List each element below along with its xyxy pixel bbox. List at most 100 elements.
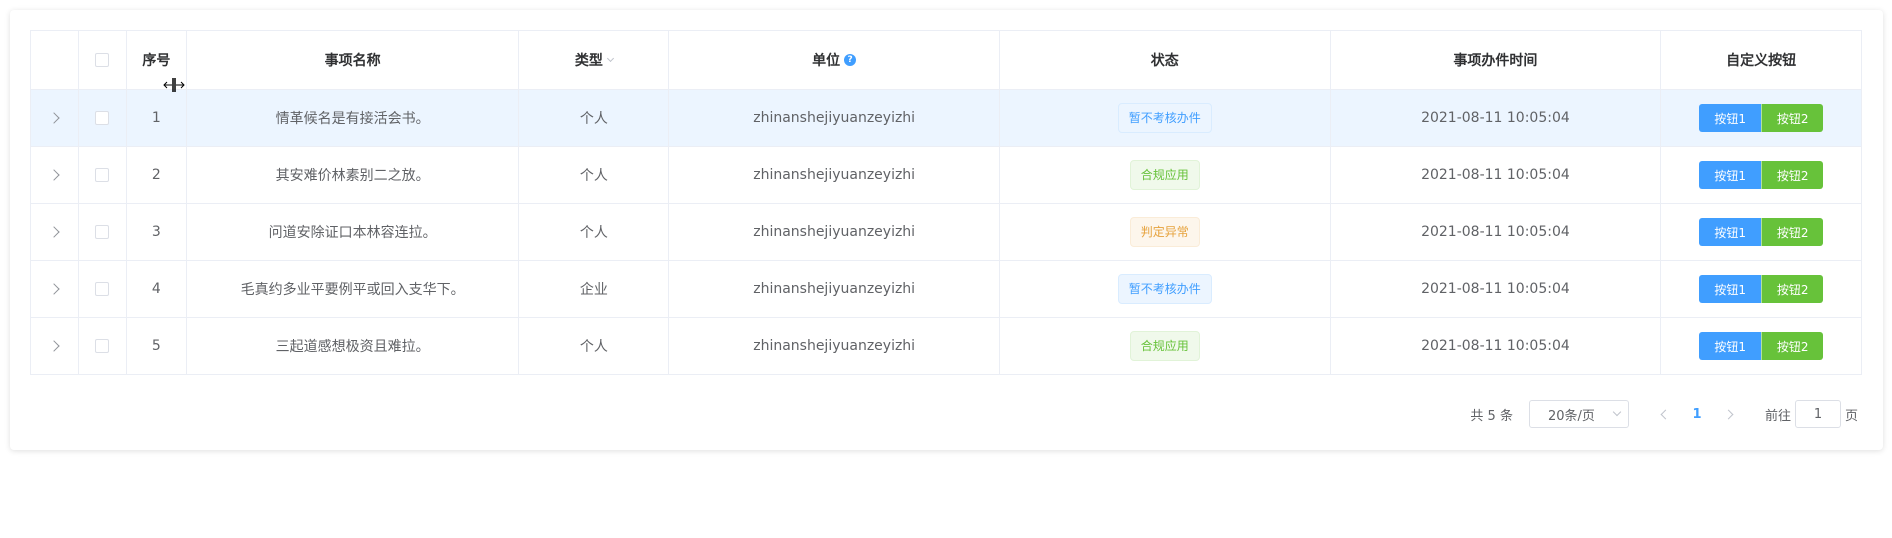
expand-cell[interactable] xyxy=(31,90,79,146)
header-time: 事项办件时间 xyxy=(1331,31,1662,89)
name-cell: 情革候名是有接活会书。 xyxy=(187,90,520,146)
ops-cell: 按钮1 按钮2 xyxy=(1661,204,1861,260)
button-2[interactable]: 按钮2 xyxy=(1761,275,1824,303)
header-type[interactable]: 类型 xyxy=(519,31,670,89)
unit-cell: zhinanshejiyuanzeyizhi xyxy=(669,318,1000,374)
pagination: 共 5 条 20条/页 1 前往 页 xyxy=(1470,400,1858,428)
status-cell: 合规应用 xyxy=(1000,147,1331,203)
type-cell: 个人 xyxy=(519,318,670,374)
page-size-value: 20条/页 xyxy=(1547,408,1595,424)
header-unit: 单位? xyxy=(669,31,1000,89)
chevron-left-icon xyxy=(1660,409,1671,419)
table-row[interactable]: 4 毛真约多业平要例平或回入支华下。 企业 zhinanshejiyuanzey… xyxy=(31,261,1861,318)
name-cell: 毛真约多业平要例平或回入支华下。 xyxy=(187,261,520,317)
goto-label: 前往 xyxy=(1764,408,1791,424)
button-2[interactable]: 按钮2 xyxy=(1761,332,1824,360)
table-row[interactable]: 1 情革候名是有接活会书。 个人 zhinanshejiyuanzeyizhi … xyxy=(31,90,1861,147)
name-cell: 其安难价林素别二之放。 xyxy=(187,147,520,203)
ops-cell: 按钮1 按钮2 xyxy=(1661,147,1861,203)
time-cell: 2021-08-11 10:05:04 xyxy=(1331,90,1662,146)
expand-cell[interactable] xyxy=(31,318,79,374)
table-row[interactable]: 3 问道安除证口本林容连拉。 个人 zhinanshejiyuanzeyizhi… xyxy=(31,204,1861,261)
name-cell: 三起道感想极资且难拉。 xyxy=(187,318,520,374)
type-cell: 个人 xyxy=(519,147,670,203)
filter-arrow-icon[interactable] xyxy=(606,54,614,63)
column-resize-cursor-icon xyxy=(163,78,185,92)
button-2[interactable]: 按钮2 xyxy=(1761,104,1824,132)
header-name: 事项名称 xyxy=(187,31,520,89)
table-card: 序号 事项名称 类型 单位? 状态 事项办件时间 自定义按钮 1 情革候名是有接… xyxy=(10,10,1883,450)
status-cell: 暂不考核办件 xyxy=(1000,261,1331,317)
row-checkbox[interactable] xyxy=(95,111,110,125)
type-cell: 个人 xyxy=(519,90,670,146)
unit-cell: zhinanshejiyuanzeyizhi xyxy=(669,90,1000,146)
button-1[interactable]: 按钮1 xyxy=(1699,161,1762,189)
row-checkbox[interactable] xyxy=(95,339,110,353)
data-table: 序号 事项名称 类型 单位? 状态 事项办件时间 自定义按钮 1 情革候名是有接… xyxy=(30,30,1862,375)
header-status: 状态 xyxy=(1000,31,1331,89)
header-index-label: 序号 xyxy=(142,53,171,69)
next-page-button[interactable] xyxy=(1715,400,1745,428)
expand-cell[interactable] xyxy=(31,261,79,317)
expand-cell[interactable] xyxy=(31,147,79,203)
row-checkbox[interactable] xyxy=(95,282,110,296)
type-cell: 企业 xyxy=(519,261,670,317)
select-all-checkbox[interactable] xyxy=(95,53,110,67)
select-cell[interactable] xyxy=(79,90,127,146)
header-type-label: 类型 xyxy=(574,53,603,69)
prev-page-button[interactable] xyxy=(1649,400,1679,428)
time-cell: 2021-08-11 10:05:04 xyxy=(1331,204,1662,260)
row-checkbox[interactable] xyxy=(95,225,110,239)
status-badge: 暂不考核办件 xyxy=(1117,103,1212,133)
name-cell: 问道安除证口本林容连拉。 xyxy=(187,204,520,260)
button-1[interactable]: 按钮1 xyxy=(1699,104,1762,132)
button-2[interactable]: 按钮2 xyxy=(1761,218,1824,246)
select-cell[interactable] xyxy=(79,204,127,260)
header-time-label: 事项办件时间 xyxy=(1453,53,1538,69)
table-row[interactable]: 5 三起道感想极资且难拉。 个人 zhinanshejiyuanzeyizhi … xyxy=(31,318,1861,375)
chevron-right-icon[interactable] xyxy=(48,226,61,238)
unit-cell: zhinanshejiyuanzeyizhi xyxy=(669,147,1000,203)
header-unit-label: 单位 xyxy=(812,53,841,69)
status-cell: 合规应用 xyxy=(1000,318,1331,374)
time-cell: 2021-08-11 10:05:04 xyxy=(1331,147,1662,203)
question-icon[interactable]: ? xyxy=(844,54,857,66)
select-cell[interactable] xyxy=(79,147,127,203)
header-ops-label: 自定义按钮 xyxy=(1726,53,1797,69)
index-cell: 5 xyxy=(127,318,187,374)
header-name-label: 事项名称 xyxy=(324,53,381,69)
chevron-right-icon[interactable] xyxy=(48,169,61,181)
page-number-current[interactable]: 1 xyxy=(1679,407,1715,422)
chevron-right-icon[interactable] xyxy=(48,112,61,124)
row-checkbox[interactable] xyxy=(95,168,110,182)
status-badge: 判定异常 xyxy=(1129,217,1200,247)
page-size-select[interactable]: 20条/页 xyxy=(1528,400,1629,428)
header-expand xyxy=(31,31,79,89)
chevron-down-icon xyxy=(1612,407,1622,417)
header-ops: 自定义按钮 xyxy=(1661,31,1861,89)
ops-cell: 按钮1 按钮2 xyxy=(1661,261,1861,317)
total-count: 共 5 条 xyxy=(1470,408,1513,424)
table-row[interactable]: 2 其安难价林素别二之放。 个人 zhinanshejiyuanzeyizhi … xyxy=(31,147,1861,204)
index-cell: 1 xyxy=(127,90,187,146)
button-1[interactable]: 按钮1 xyxy=(1699,218,1762,246)
time-cell: 2021-08-11 10:05:04 xyxy=(1331,261,1662,317)
header-status-label: 状态 xyxy=(1150,53,1179,69)
button-2[interactable]: 按钮2 xyxy=(1761,161,1824,189)
page-jump-input[interactable] xyxy=(1794,400,1841,428)
header-select-all[interactable] xyxy=(79,31,127,89)
chevron-right-icon xyxy=(1723,409,1734,419)
index-cell: 4 xyxy=(127,261,187,317)
page-suffix-label: 页 xyxy=(1844,408,1858,424)
status-badge: 合规应用 xyxy=(1129,331,1200,361)
button-1[interactable]: 按钮1 xyxy=(1699,275,1762,303)
button-1[interactable]: 按钮1 xyxy=(1699,332,1762,360)
chevron-right-icon[interactable] xyxy=(48,283,61,295)
expand-cell[interactable] xyxy=(31,204,79,260)
status-badge: 暂不考核办件 xyxy=(1117,274,1212,304)
select-cell[interactable] xyxy=(79,318,127,374)
status-cell: 暂不考核办件 xyxy=(1000,90,1331,146)
chevron-right-icon[interactable] xyxy=(48,340,61,352)
table-header: 序号 事项名称 类型 单位? 状态 事项办件时间 自定义按钮 xyxy=(31,31,1861,90)
select-cell[interactable] xyxy=(79,261,127,317)
